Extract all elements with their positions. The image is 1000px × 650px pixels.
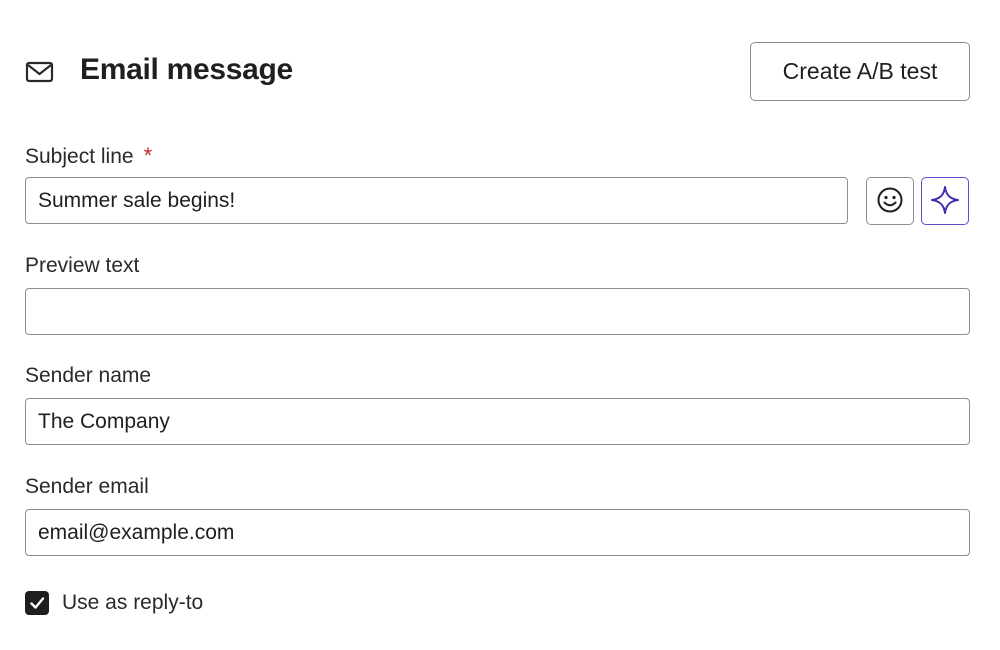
- smiley-icon: [876, 186, 904, 217]
- sender-name-label: Sender name: [25, 364, 152, 387]
- panel-header: Email message Create A/B test: [25, 42, 970, 103]
- required-marker: *: [143, 143, 153, 168]
- create-ab-test-button[interactable]: Create A/B test: [750, 42, 970, 101]
- subject-line-input[interactable]: [25, 177, 848, 224]
- sender-email-input[interactable]: [25, 509, 970, 556]
- sparkle-icon: [930, 185, 960, 218]
- reply-to-checkbox[interactable]: [25, 591, 49, 615]
- reply-to-label: Use as reply-to: [62, 591, 204, 614]
- mail-icon: [25, 59, 55, 85]
- page-title: Email message: [80, 53, 293, 86]
- preview-text-input[interactable]: [25, 288, 970, 335]
- subject-line-label: Subject line *: [25, 143, 152, 169]
- subject-line-label-text: Subject line: [25, 145, 134, 168]
- checkmark-icon: [30, 597, 45, 609]
- preview-text-label: Preview text: [25, 254, 140, 277]
- ai-assist-button[interactable]: [921, 177, 969, 225]
- email-message-panel: Email message Create A/B test Subject li…: [0, 0, 1000, 650]
- sender-name-input[interactable]: [25, 398, 970, 445]
- sender-email-label: Sender email: [25, 475, 149, 498]
- emoji-picker-button[interactable]: [866, 177, 914, 225]
